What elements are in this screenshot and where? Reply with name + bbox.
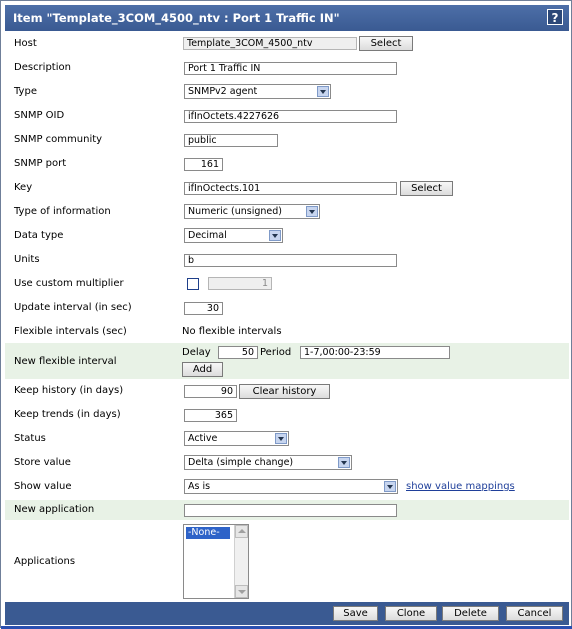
show-value-mappings-link[interactable]: show value mappings	[406, 481, 515, 492]
applications-label: Applications	[14, 556, 76, 567]
keep-trends-row: Keep trends (in days) 365	[5, 406, 569, 424]
host-field[interactable]: Template_3COM_4500_ntv	[183, 37, 357, 50]
snmp-port-label: SNMP port	[14, 158, 67, 169]
type-select[interactable]: SNMPv2 agent	[184, 84, 331, 99]
chevron-down-icon	[384, 481, 396, 492]
save-button[interactable]: Save	[333, 606, 378, 621]
chevron-down-icon	[306, 206, 318, 217]
keep-history-label: Keep history (in days)	[14, 385, 124, 396]
applications-row: Applications -None-	[5, 522, 569, 600]
clear-history-button[interactable]: Clear history	[239, 384, 330, 399]
update-interval-input[interactable]: 30	[184, 302, 223, 315]
type-label: Type	[14, 86, 37, 97]
new-application-label: New application	[14, 504, 95, 515]
status-label: Status	[14, 433, 46, 444]
snmp-community-input[interactable]: public	[184, 134, 278, 147]
period-input[interactable]: 1-7,00:00-23:59	[300, 346, 450, 359]
custom-multiplier-label: Use custom multiplier	[14, 278, 124, 289]
form-title: Item "Template_3COM_4500_ntv : Port 1 Tr…	[13, 11, 340, 25]
chevron-down-icon	[275, 433, 287, 444]
type-of-information-label: Type of information	[14, 206, 111, 217]
period-label: Period	[260, 347, 292, 358]
status-select[interactable]: Active	[184, 431, 289, 446]
description-label: Description	[14, 62, 71, 73]
snmp-community-label: SNMP community	[14, 134, 103, 145]
description-input[interactable]: Port 1 Traffic IN	[184, 62, 397, 75]
type-of-information-row: Type of information Numeric (unsigned)	[5, 203, 569, 221]
host-select-button[interactable]: Select	[359, 36, 413, 51]
snmp-port-input[interactable]: 161	[184, 158, 223, 171]
units-row: Units b	[5, 251, 569, 269]
status-row: Status Active	[5, 430, 569, 448]
type-of-information-value: Numeric (unsigned)	[188, 206, 282, 217]
clone-button[interactable]: Clone	[385, 606, 437, 621]
store-value-row: Store value Delta (simple change)	[5, 454, 569, 472]
flexible-intervals-value: No flexible intervals	[182, 326, 282, 337]
snmp-port-row: SNMP port 161	[5, 155, 569, 173]
delete-button[interactable]: Delete	[442, 606, 499, 621]
delay-label: Delay	[182, 347, 211, 358]
keep-trends-label: Keep trends (in days)	[14, 409, 121, 420]
key-row: Key ifInOctects.101 Select	[5, 179, 569, 197]
status-value: Active	[188, 433, 218, 444]
keep-history-row: Keep history (in days) 90 Clear history	[5, 382, 569, 400]
type-row: Type SNMPv2 agent	[5, 83, 569, 101]
key-input[interactable]: ifInOctects.101	[184, 182, 397, 195]
update-interval-row: Update interval (in sec) 30	[5, 299, 569, 317]
type-of-information-select[interactable]: Numeric (unsigned)	[184, 204, 320, 219]
data-type-select[interactable]: Decimal	[184, 228, 283, 243]
store-value-label: Store value	[14, 457, 71, 468]
scroll-down-icon[interactable]	[235, 585, 248, 598]
delay-input[interactable]: 50	[218, 346, 258, 359]
host-row: Host Template_3COM_4500_ntv Select	[5, 35, 569, 53]
chevron-down-icon	[338, 457, 350, 468]
key-label: Key	[14, 182, 33, 193]
keep-trends-input[interactable]: 365	[184, 409, 237, 422]
cancel-button[interactable]: Cancel	[506, 606, 563, 621]
new-flexible-interval-row: New flexible interval Delay 50 Period 1-…	[5, 343, 569, 379]
snmp-oid-input[interactable]: ifInOctets.4227626	[184, 110, 397, 123]
key-select-button[interactable]: Select	[400, 181, 453, 196]
form-footer: Save Clone Delete Cancel	[5, 602, 569, 625]
units-input[interactable]: b	[184, 254, 397, 267]
item-form-window: Item "Template_3COM_4500_ntv : Port 1 Tr…	[0, 0, 572, 629]
update-interval-label: Update interval (in sec)	[14, 302, 132, 313]
show-value-label: Show value	[14, 481, 72, 492]
description-row: Description Port 1 Traffic IN	[5, 59, 569, 77]
custom-multiplier-input[interactable]: 1	[208, 277, 272, 290]
new-flexible-interval-label: New flexible interval	[14, 356, 117, 367]
applications-scrollbar[interactable]	[234, 525, 248, 598]
custom-multiplier-row: Use custom multiplier 1	[5, 275, 569, 293]
new-application-input[interactable]	[184, 504, 397, 517]
new-application-row: New application	[5, 500, 569, 520]
type-select-value: SNMPv2 agent	[188, 86, 258, 97]
snmp-oid-row: SNMP OID ifInOctets.4227626	[5, 107, 569, 125]
form-header: Item "Template_3COM_4500_ntv : Port 1 Tr…	[5, 5, 569, 31]
show-value-row: Show value As is show value mappings	[5, 478, 569, 496]
host-label: Host	[14, 38, 37, 49]
snmp-community-row: SNMP community public	[5, 131, 569, 149]
applications-listbox[interactable]: -None-	[183, 524, 249, 599]
custom-multiplier-checkbox[interactable]	[187, 278, 199, 290]
flexible-intervals-label: Flexible intervals (sec)	[14, 326, 127, 337]
flexible-intervals-row: Flexible intervals (sec) No flexible int…	[5, 323, 569, 341]
show-value-select[interactable]: As is	[184, 479, 398, 494]
show-value-value: As is	[188, 481, 211, 492]
applications-option-none[interactable]: -None-	[186, 527, 230, 539]
data-type-label: Data type	[14, 230, 64, 241]
units-label: Units	[14, 254, 40, 265]
store-value-select[interactable]: Delta (simple change)	[184, 455, 352, 470]
scroll-up-icon[interactable]	[235, 525, 248, 538]
data-type-value: Decimal	[188, 230, 227, 241]
help-icon[interactable]: ?	[547, 9, 563, 25]
store-value-value: Delta (simple change)	[188, 457, 294, 468]
chevron-down-icon	[317, 86, 329, 97]
add-flexible-interval-button[interactable]: Add	[182, 362, 223, 377]
snmp-oid-label: SNMP OID	[14, 110, 65, 121]
keep-history-input[interactable]: 90	[184, 385, 237, 398]
chevron-down-icon	[269, 230, 281, 241]
data-type-row: Data type Decimal	[5, 227, 569, 245]
